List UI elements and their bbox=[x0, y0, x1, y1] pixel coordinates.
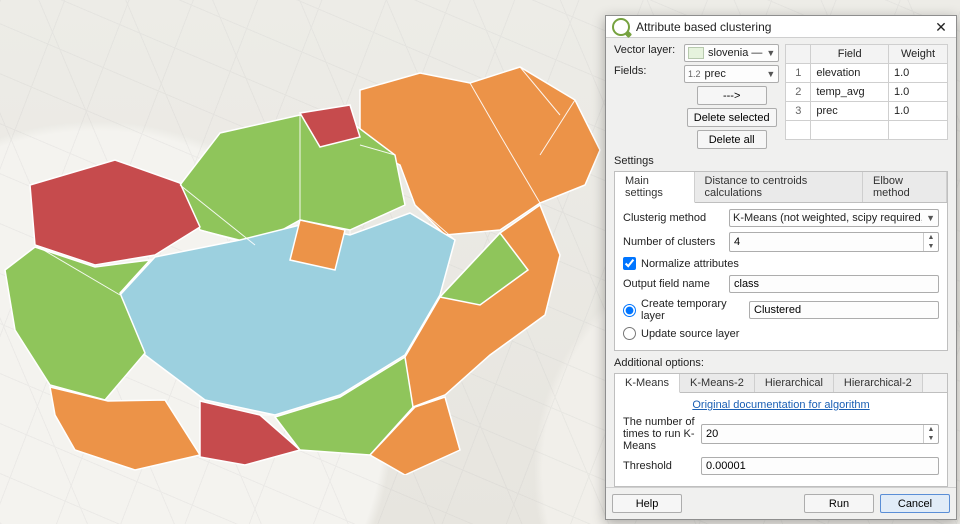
threshold-input[interactable] bbox=[701, 457, 939, 475]
qgis-map-canvas[interactable]: Attribute based clustering ✕ Vector laye… bbox=[0, 0, 960, 524]
clustering-method-label: Clusterig method bbox=[623, 212, 723, 224]
vector-layer-label: Vector layer: bbox=[614, 44, 678, 62]
dialog-title: Attribute based clustering bbox=[636, 20, 771, 34]
normalize-checkbox[interactable]: Normalize attributes bbox=[623, 257, 939, 270]
run-button[interactable]: Run bbox=[804, 494, 874, 513]
vector-layer-combo[interactable]: slovenia — ▼ bbox=[684, 44, 779, 62]
radio-update-source[interactable]: Update source layer bbox=[623, 327, 939, 340]
tab-elbow[interactable]: Elbow method bbox=[863, 172, 947, 202]
num-clusters-spin[interactable]: ▲▼ bbox=[729, 232, 939, 252]
chevron-down-icon: ▼ bbox=[926, 213, 935, 223]
clustering-method-combo[interactable]: K-Means (not weighted, scipy required, f… bbox=[729, 209, 939, 227]
runs-spin[interactable]: ▲▼ bbox=[701, 424, 939, 444]
tab-distance[interactable]: Distance to centroids calculations bbox=[695, 172, 863, 202]
delete-selected-button[interactable]: Delete selected bbox=[687, 108, 777, 127]
tab-hier2[interactable]: Hierarchical-2 bbox=[834, 374, 923, 392]
fields-label: Fields: bbox=[614, 65, 678, 83]
settings-label: Settings bbox=[614, 155, 948, 167]
num-clusters-label: Number of clusters bbox=[623, 236, 723, 248]
spin-up-icon[interactable]: ▲ bbox=[924, 233, 938, 242]
tab-kmeans2[interactable]: K-Means-2 bbox=[680, 374, 755, 392]
spin-down-icon[interactable]: ▼ bbox=[924, 434, 938, 443]
chevron-down-icon: ▼ bbox=[766, 69, 775, 79]
add-field-button[interactable]: ---> bbox=[697, 86, 767, 105]
table-row: 2temp_avg1.0 bbox=[786, 83, 948, 102]
radio-create-temp[interactable]: Create temporary layer bbox=[623, 298, 743, 322]
tab-hier[interactable]: Hierarchical bbox=[755, 374, 834, 392]
additional-options-label: Additional options: bbox=[614, 357, 948, 369]
qgis-icon bbox=[612, 18, 630, 36]
attribute-clustering-dialog: Attribute based clustering ✕ Vector laye… bbox=[605, 15, 957, 520]
delete-all-button[interactable]: Delete all bbox=[697, 130, 767, 149]
clustered-layer bbox=[0, 55, 620, 475]
settings-tabs: Main settings Distance to centroids calc… bbox=[614, 171, 948, 351]
tab-main-settings[interactable]: Main settings bbox=[615, 172, 695, 203]
output-field-input[interactable] bbox=[729, 275, 939, 293]
table-row: 3prec1.0 bbox=[786, 102, 948, 121]
table-row: 1elevation1.0 bbox=[786, 64, 948, 83]
doc-link[interactable]: Original documentation for algorithm bbox=[623, 399, 939, 411]
additional-tabs: K-Means K-Means-2 Hierarchical Hierarchi… bbox=[614, 373, 948, 487]
cancel-button[interactable]: Cancel bbox=[880, 494, 950, 513]
help-button[interactable]: Help bbox=[612, 494, 682, 513]
weights-table[interactable]: FieldWeight 1elevation1.0 2temp_avg1.0 3… bbox=[785, 44, 948, 140]
output-field-label: Output field name bbox=[623, 278, 723, 290]
chevron-down-icon: ▼ bbox=[766, 48, 775, 58]
tab-kmeans[interactable]: K-Means bbox=[615, 374, 680, 393]
spin-up-icon[interactable]: ▲ bbox=[924, 425, 938, 434]
runs-label: The number of times to run K-Means bbox=[623, 416, 695, 452]
temp-layer-name-input[interactable] bbox=[749, 301, 939, 319]
close-icon[interactable]: ✕ bbox=[932, 19, 950, 35]
fields-combo[interactable]: 1.2 prec ▼ bbox=[684, 65, 779, 83]
polygon-layer-icon bbox=[688, 47, 704, 59]
threshold-label: Threshold bbox=[623, 460, 695, 472]
spin-down-icon[interactable]: ▼ bbox=[924, 242, 938, 251]
